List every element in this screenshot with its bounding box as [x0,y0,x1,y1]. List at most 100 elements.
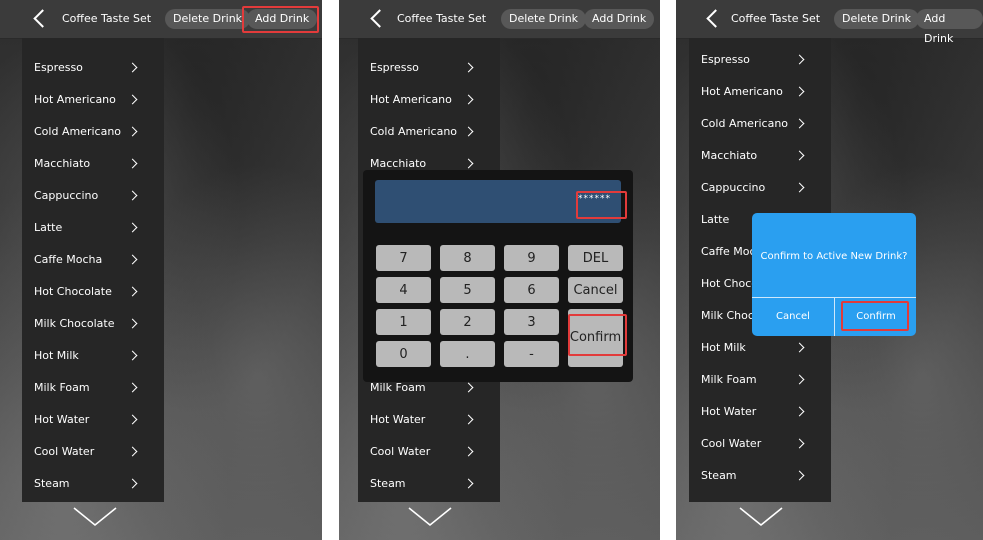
list-item[interactable]: Cappuccino [22,180,164,212]
chevron-right-icon [463,94,474,105]
chevron-right-icon [794,150,805,161]
screen-confirm-dialog: Coffee Taste Set Delete Drink Add Drink … [676,0,983,540]
chevron-right-icon [127,414,138,425]
back-arrow-icon[interactable] [33,9,52,28]
list-item[interactable]: Hot Water [358,404,500,436]
chevron-right-icon [463,126,474,137]
highlight-box [242,6,319,33]
key-cancel[interactable]: Cancel [568,277,623,303]
chevron-right-icon [463,158,474,169]
list-item[interactable]: Cappuccino [689,172,831,204]
add-drink-button[interactable]: Add Drink [584,9,655,29]
chevron-right-icon [463,414,474,425]
chevron-right-icon [127,190,138,201]
dialog-cancel-button[interactable]: Cancel [752,297,834,336]
chevron-right-icon [127,318,138,329]
list-item[interactable]: Cold Americano [358,116,500,148]
drink-label: Hot Americano [370,93,452,106]
chevron-right-icon [127,126,138,137]
list-item[interactable]: Hot Americano [689,76,831,108]
list-item[interactable]: Hot Water [22,404,164,436]
drink-label: Cold Americano [370,125,458,138]
drink-label: Macchiato [701,149,758,162]
key-9[interactable]: 9 [504,245,559,271]
chevron-right-icon [794,438,805,449]
drink-label: Steam [370,477,406,490]
list-item[interactable]: Hot Milk [689,332,831,364]
list-item[interactable]: Latte [22,212,164,244]
chevron-right-icon [463,382,474,393]
highlight-box [841,301,909,331]
list-item[interactable]: Milk Foam [22,372,164,404]
delete-drink-button[interactable]: Delete Drink [165,9,251,29]
page-title: Coffee Taste Set [397,12,487,25]
list-item[interactable]: Espresso [689,44,831,76]
list-item[interactable]: Cool Water [22,436,164,468]
list-item[interactable]: Cold Americano [22,116,164,148]
list-item[interactable]: Hot Americano [22,84,164,116]
chevron-right-icon [127,382,138,393]
list-item[interactable]: Caffe Mocha [22,244,164,276]
add-drink-button[interactable]: Add Drink [916,9,983,45]
screen-drink-list: Coffee Taste Set Delete Drink Add Drink … [0,0,322,540]
drink-label: Hot Choco [701,277,758,290]
key-4[interactable]: 4 [376,277,431,303]
drink-label: Hot Americano [701,85,783,98]
drink-list: Espresso Hot Americano Cold Americano Ma… [22,38,164,502]
page-title: Coffee Taste Set [62,12,152,25]
list-item[interactable]: Macchiato [22,148,164,180]
list-item[interactable]: Steam [358,468,500,500]
drink-label: Caffe Moc [701,245,756,258]
drink-label: Macchiato [370,157,427,170]
drink-label: Milk Foam [34,381,90,394]
key-2[interactable]: 2 [440,309,495,335]
list-item[interactable]: Milk Chocolate [22,308,164,340]
scroll-down-icon[interactable] [738,506,784,528]
list-item[interactable]: Espresso [358,52,500,84]
key-5[interactable]: 5 [440,277,495,303]
screen-password-keypad: Coffee Taste Set Delete Drink Add Drink … [339,0,660,540]
key-del[interactable]: DEL [568,245,623,271]
chevron-right-icon [127,158,138,169]
chevron-right-icon [463,62,474,73]
chevron-right-icon [127,94,138,105]
key-7[interactable]: 7 [376,245,431,271]
drink-label: Hot Water [701,405,757,418]
back-arrow-icon[interactable] [370,9,389,28]
list-item[interactable]: Cool Water [358,436,500,468]
list-item[interactable]: Espresso [22,52,164,84]
scroll-down-icon[interactable] [407,506,453,528]
chevron-right-icon [794,54,805,65]
key-6[interactable]: 6 [504,277,559,303]
key-8[interactable]: 8 [440,245,495,271]
key-minus[interactable]: - [504,341,559,367]
list-item[interactable]: Hot Americano [358,84,500,116]
top-bar: Coffee Taste Set Delete Drink Add Drink [676,0,983,45]
list-item[interactable]: Macchiato [689,140,831,172]
chevron-right-icon [794,342,805,353]
list-item[interactable]: Hot Water [689,396,831,428]
drink-label: Espresso [34,61,83,74]
delete-drink-button[interactable]: Delete Drink [834,9,920,29]
drink-label: Milk Foam [701,373,757,386]
drink-label: Cold Americano [34,125,122,138]
key-dot[interactable]: . [440,341,495,367]
list-item[interactable]: Cool Water [689,428,831,460]
key-0[interactable]: 0 [376,341,431,367]
list-item[interactable]: Steam [22,468,164,500]
key-1[interactable]: 1 [376,309,431,335]
list-item[interactable]: Milk Foam [689,364,831,396]
drink-label: Cappuccino [701,181,766,194]
list-item[interactable]: Hot Chocolate [22,276,164,308]
scroll-down-icon[interactable] [72,506,118,528]
drink-label: Hot Milk [701,341,746,354]
list-item[interactable]: Cold Americano [689,108,831,140]
key-3[interactable]: 3 [504,309,559,335]
back-arrow-icon[interactable] [706,9,725,28]
list-item[interactable]: Hot Milk [22,340,164,372]
delete-drink-button[interactable]: Delete Drink [501,9,587,29]
list-item[interactable]: Steam [689,460,831,492]
chevron-right-icon [127,62,138,73]
highlight-box [568,314,627,356]
chevron-right-icon [794,470,805,481]
